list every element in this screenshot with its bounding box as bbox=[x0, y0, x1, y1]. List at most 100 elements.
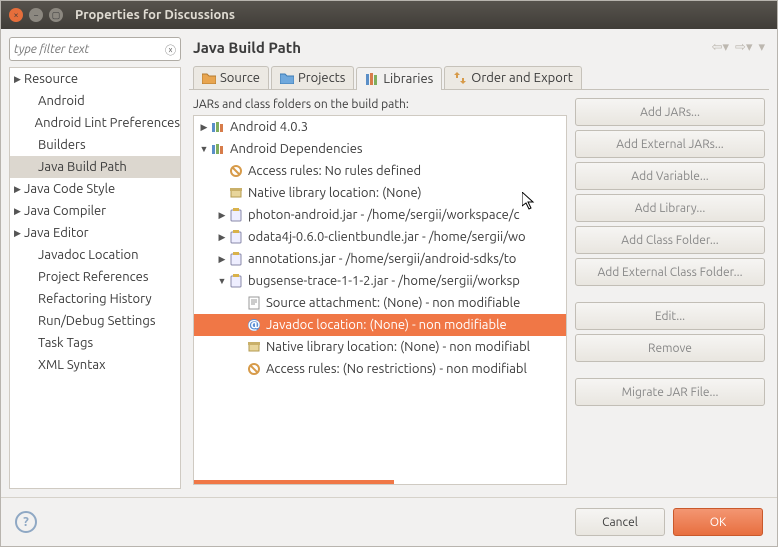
expander-icon[interactable]: ▶ bbox=[14, 228, 24, 239]
expander-icon[interactable]: ▼ bbox=[198, 144, 210, 154]
tab-libraries[interactable]: Libraries bbox=[356, 67, 442, 90]
tree-row[interactable]: ▼ bugsense-trace-1-1-2.jar - /home/sergii… bbox=[194, 270, 566, 292]
tree-row-label: Native library location: (None) - non mo… bbox=[266, 340, 530, 354]
add-variable-button[interactable]: Add Variable... bbox=[575, 162, 765, 190]
native-icon bbox=[246, 339, 262, 355]
page-title: Java Build Path bbox=[193, 39, 301, 56]
tree-row[interactable]: Native library location: (None) - non mo… bbox=[194, 336, 566, 358]
javadoc-icon: @ bbox=[246, 317, 262, 333]
tree-row[interactable]: Access rules: (No restrictions) - non mo… bbox=[194, 358, 566, 380]
expander-icon[interactable]: ▶ bbox=[216, 254, 228, 265]
tree-row[interactable]: ▶odata4j-0.6.0-clientbundle.jar - /home/… bbox=[194, 226, 566, 248]
jar-icon bbox=[228, 273, 244, 289]
jar-icon bbox=[228, 229, 244, 245]
nav-item[interactable]: Javadoc Location bbox=[10, 244, 180, 266]
lib-icon bbox=[210, 119, 226, 135]
expander-icon[interactable]: ▼ bbox=[216, 276, 228, 286]
tab-order-and-export[interactable]: Order and Export bbox=[444, 66, 582, 89]
tree-row-label: Native library location: (None) bbox=[248, 186, 422, 200]
nav-item[interactable]: Refactoring History bbox=[10, 288, 180, 310]
nav-item-label: Resource bbox=[24, 72, 78, 86]
close-window-button[interactable]: × bbox=[9, 8, 23, 22]
titlebar: × − ▢ Properties for Discussions bbox=[1, 1, 777, 29]
edit-button[interactable]: Edit... bbox=[575, 302, 765, 330]
nav-item-label: Builders bbox=[38, 138, 86, 152]
svg-text:@: @ bbox=[248, 318, 261, 332]
tree-row-label: Access rules: (No restrictions) - non mo… bbox=[266, 362, 527, 376]
nav-item-label: XML Syntax bbox=[38, 358, 106, 372]
arrows-icon bbox=[453, 71, 467, 85]
mouse-cursor-icon bbox=[522, 192, 538, 212]
expander-icon[interactable]: ▶ bbox=[14, 74, 24, 85]
tree-row[interactable]: @Javadoc location: (None) - non modifiab… bbox=[194, 314, 566, 336]
tree-row[interactable]: ▶annotations.jar - /home/sergii/android-… bbox=[194, 248, 566, 270]
nav-item-label: Android bbox=[38, 94, 85, 108]
nav-item-label: Java Code Style bbox=[24, 182, 115, 196]
tree-row[interactable]: Source attachment: (None) - non modifiab… bbox=[194, 292, 566, 314]
nav-item-label: Task Tags bbox=[38, 336, 93, 350]
menu-icon[interactable]: ▾ bbox=[758, 40, 765, 55]
libraries-tree[interactable]: ▶Android 4.0.3 ▼ Android Dependencies Acces… bbox=[193, 115, 567, 485]
tab-label: Order and Export bbox=[471, 71, 573, 85]
nav-item[interactable]: Builders bbox=[10, 134, 180, 156]
expander-icon[interactable]: ▶ bbox=[198, 122, 210, 133]
tab-bar: SourceProjectsLibraries Order and Export bbox=[189, 66, 769, 90]
horizontal-scrollbar[interactable] bbox=[194, 480, 394, 484]
expander-icon[interactable]: ▶ bbox=[216, 210, 228, 221]
nav-item[interactable]: Task Tags bbox=[10, 332, 180, 354]
nav-tree[interactable]: ▶ResourceAndroidAndroid Lint Preferences… bbox=[9, 67, 181, 489]
nav-item-label: Android Lint Preferences bbox=[35, 116, 180, 130]
nav-item[interactable]: ▶Resource bbox=[10, 68, 180, 90]
nav-item[interactable]: Android bbox=[10, 90, 180, 112]
window-title: Properties for Discussions bbox=[75, 8, 235, 22]
cancel-button[interactable]: Cancel bbox=[575, 508, 665, 536]
nav-item[interactable]: ▶Java Compiler bbox=[10, 200, 180, 222]
tree-row-label: bugsense-trace-1-1-2.jar - /home/sergii/… bbox=[248, 274, 520, 288]
folder-blue-icon bbox=[280, 71, 294, 85]
source-icon bbox=[246, 295, 262, 311]
ok-button[interactable]: OK bbox=[673, 508, 763, 536]
clear-filter-icon[interactable]: ⓧ bbox=[165, 42, 176, 56]
tree-row-label: photon-android.jar - /home/sergii/worksp… bbox=[248, 208, 520, 222]
migrate-jar-button[interactable]: Migrate JAR File... bbox=[575, 378, 765, 406]
nav-item-label: Refactoring History bbox=[38, 292, 152, 306]
nav-item[interactable]: Run/Debug Settings bbox=[10, 310, 180, 332]
filter-input[interactable] bbox=[14, 43, 165, 56]
tree-row[interactable]: Access rules: No rules defined bbox=[194, 160, 566, 182]
expander-icon[interactable]: ▶ bbox=[14, 184, 24, 195]
help-icon[interactable]: ? bbox=[15, 511, 37, 533]
forward-icon[interactable]: ⇨▾ bbox=[735, 40, 752, 55]
add-external-class-folder-button[interactable]: Add External Class Folder... bbox=[575, 258, 765, 286]
expander-icon[interactable]: ▶ bbox=[216, 232, 228, 243]
minimize-window-button[interactable]: − bbox=[29, 8, 43, 22]
tree-row-label: Android Dependencies bbox=[230, 142, 363, 156]
nav-item-label: Run/Debug Settings bbox=[38, 314, 155, 328]
tab-source[interactable]: Source bbox=[193, 66, 269, 89]
add-class-folder-button[interactable]: Add Class Folder... bbox=[575, 226, 765, 254]
tree-row[interactable]: ▶ photon-android.jar - /home/sergii/works… bbox=[194, 204, 566, 226]
nav-item[interactable]: Android Lint Preferences bbox=[10, 112, 180, 134]
nav-item[interactable]: XML Syntax bbox=[10, 354, 180, 376]
filter-box[interactable]: ⓧ bbox=[9, 37, 181, 61]
back-icon[interactable]: ⇦▾ bbox=[712, 40, 729, 55]
tree-row[interactable]: Native library location: (None) bbox=[194, 182, 566, 204]
nav-item[interactable]: Project References bbox=[10, 266, 180, 288]
access-icon bbox=[228, 163, 244, 179]
nav-item[interactable]: ▶Java Editor bbox=[10, 222, 180, 244]
expander-icon[interactable]: ▶ bbox=[14, 206, 24, 217]
nav-item[interactable]: Java Build Path bbox=[10, 156, 180, 178]
native-icon bbox=[228, 185, 244, 201]
nav-item-label: Project References bbox=[38, 270, 148, 284]
tree-label: JARs and class folders on the build path… bbox=[193, 98, 567, 111]
add-library-button[interactable]: Add Library... bbox=[575, 194, 765, 222]
tree-row[interactable]: ▶Android 4.0.3 bbox=[194, 116, 566, 138]
tree-row-label: Source attachment: (None) - non modifiab… bbox=[266, 296, 520, 310]
tree-row[interactable]: ▼ Android Dependencies bbox=[194, 138, 566, 160]
add-jars-button[interactable]: Add JARs... bbox=[575, 98, 765, 126]
add-external-jars-button[interactable]: Add External JARs... bbox=[575, 130, 765, 158]
tab-projects[interactable]: Projects bbox=[271, 66, 354, 89]
nav-item[interactable]: ▶Java Code Style bbox=[10, 178, 180, 200]
lib-icon bbox=[210, 141, 226, 157]
remove-button[interactable]: Remove bbox=[575, 334, 765, 362]
maximize-window-button[interactable]: ▢ bbox=[49, 8, 63, 22]
